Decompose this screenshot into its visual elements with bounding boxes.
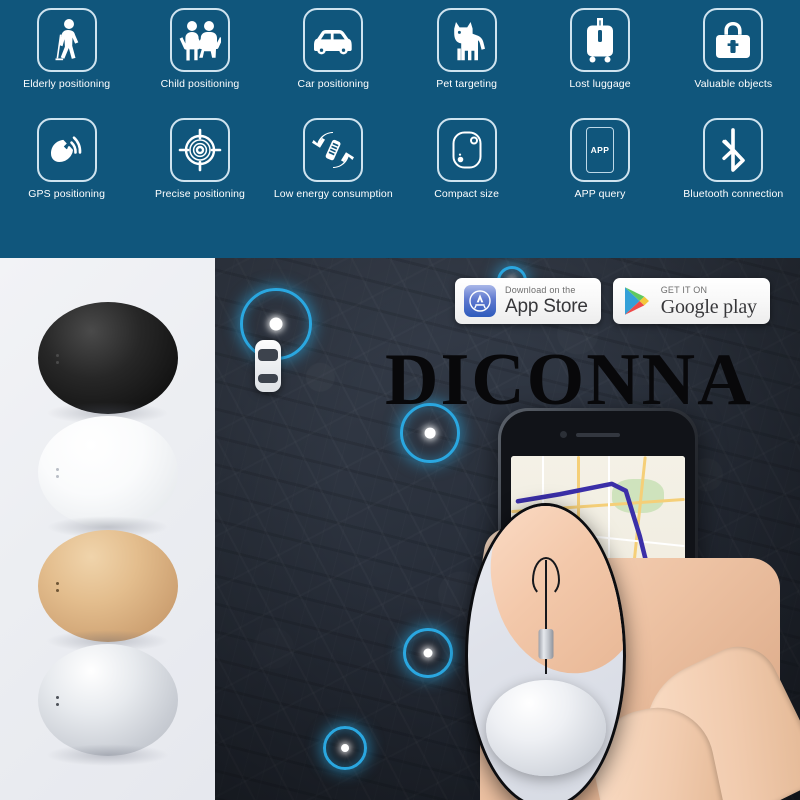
badge-small-label: Download on the bbox=[505, 285, 576, 295]
feature-label: Bluetooth connection bbox=[683, 188, 784, 200]
feature-item-pet-targeting[interactable]: Pet targeting bbox=[400, 8, 533, 118]
store-badges: Download on the App Store GET IT ON Goog… bbox=[455, 278, 770, 324]
feature-panel: Elderly positioning Child positioning Ca… bbox=[0, 0, 800, 258]
elderly-walker-icon bbox=[36, 8, 97, 72]
feature-item-app-query[interactable]: APP APP query bbox=[533, 118, 666, 228]
feature-item-gps-positioning[interactable]: GPS positioning bbox=[0, 118, 133, 228]
feature-item-low-energy-consumption[interactable]: Low energy consumption bbox=[267, 118, 400, 228]
feature-label: Compact size bbox=[434, 188, 500, 200]
map-marker-5 bbox=[403, 628, 453, 678]
badge-big-label: Google play bbox=[660, 295, 757, 318]
gold-tracker bbox=[37, 530, 178, 652]
feature-label: GPS positioning bbox=[28, 188, 106, 200]
feature-item-precise-positioning[interactable]: Precise positioning bbox=[133, 118, 266, 228]
feature-item-car-positioning[interactable]: Car positioning bbox=[267, 8, 400, 118]
battery-recycle-icon bbox=[303, 118, 364, 182]
black-tracker bbox=[37, 302, 178, 424]
crosshair-target-icon bbox=[169, 118, 230, 182]
app-store-icon bbox=[464, 285, 496, 317]
map-car-icon bbox=[255, 340, 281, 392]
front-camera-icon bbox=[560, 431, 567, 438]
earpiece-speaker bbox=[576, 433, 620, 437]
product-color-variants bbox=[0, 258, 215, 800]
feature-item-elderly-positioning[interactable]: Elderly positioning bbox=[0, 8, 133, 118]
badge-text: Download on the App Store bbox=[505, 285, 588, 317]
badge-big-label: App Store bbox=[505, 296, 588, 317]
led-dots bbox=[55, 581, 59, 596]
dog-icon bbox=[436, 8, 497, 72]
feature-label: Pet targeting bbox=[436, 78, 498, 90]
tracker-outline-icon bbox=[436, 118, 497, 182]
feature-label: Elderly positioning bbox=[23, 78, 111, 90]
app-screen: APP bbox=[585, 127, 614, 173]
app-screen-label: APP bbox=[590, 145, 610, 155]
feature-label: Child positioning bbox=[160, 78, 240, 90]
map-scene: DICONNA Download on the App Store GET IT… bbox=[215, 258, 800, 800]
feature-label: Valuable objects bbox=[694, 78, 773, 90]
satellite-dish-icon bbox=[36, 118, 97, 182]
hand-holding-tracker-inset bbox=[465, 503, 626, 800]
feature-label: Low energy consumption bbox=[273, 188, 393, 200]
brand-watermark: DICONNA bbox=[385, 339, 753, 421]
map-marker-7 bbox=[323, 726, 367, 770]
product-marketing-image: Elderly positioning Child positioning Ca… bbox=[0, 0, 800, 800]
silver-tracker bbox=[485, 680, 606, 776]
suitcase-icon bbox=[569, 8, 630, 72]
feature-label: Car positioning bbox=[297, 78, 370, 90]
feature-item-child-positioning[interactable]: Child positioning bbox=[133, 8, 266, 118]
led-dots bbox=[55, 695, 59, 710]
children-icon bbox=[169, 8, 230, 72]
feature-item-lost-luggage[interactable]: Lost luggage bbox=[533, 8, 666, 118]
badge-text: GET IT ON Google play bbox=[660, 284, 757, 318]
feature-grid: Elderly positioning Child positioning Ca… bbox=[0, 8, 800, 228]
silver-tracker bbox=[37, 644, 178, 766]
led-dots bbox=[55, 353, 59, 368]
lower-composite: DICONNA Download on the App Store GET IT… bbox=[0, 258, 800, 800]
feature-item-valuable-objects[interactable]: Valuable objects bbox=[667, 8, 800, 118]
feature-label: APP query bbox=[574, 188, 626, 200]
feature-item-bluetooth-connection[interactable]: Bluetooth connection bbox=[667, 118, 800, 228]
bluetooth-icon bbox=[703, 118, 764, 182]
app-store-badge[interactable]: Download on the App Store bbox=[455, 278, 601, 324]
google-play-badge[interactable]: GET IT ON Google play bbox=[612, 278, 770, 324]
led-dots bbox=[55, 467, 59, 482]
badge-small-label: GET IT ON bbox=[660, 284, 708, 295]
feature-label: Precise positioning bbox=[154, 188, 246, 200]
phone-app-icon: APP bbox=[569, 118, 630, 182]
metal-ferrule bbox=[538, 629, 553, 659]
car-icon bbox=[303, 8, 364, 72]
handbag-icon bbox=[703, 8, 764, 72]
feature-item-compact-size[interactable]: Compact size bbox=[400, 118, 533, 228]
google-play-icon bbox=[624, 287, 649, 315]
white-tracker bbox=[37, 416, 178, 538]
feature-label: Lost luggage bbox=[569, 78, 631, 90]
